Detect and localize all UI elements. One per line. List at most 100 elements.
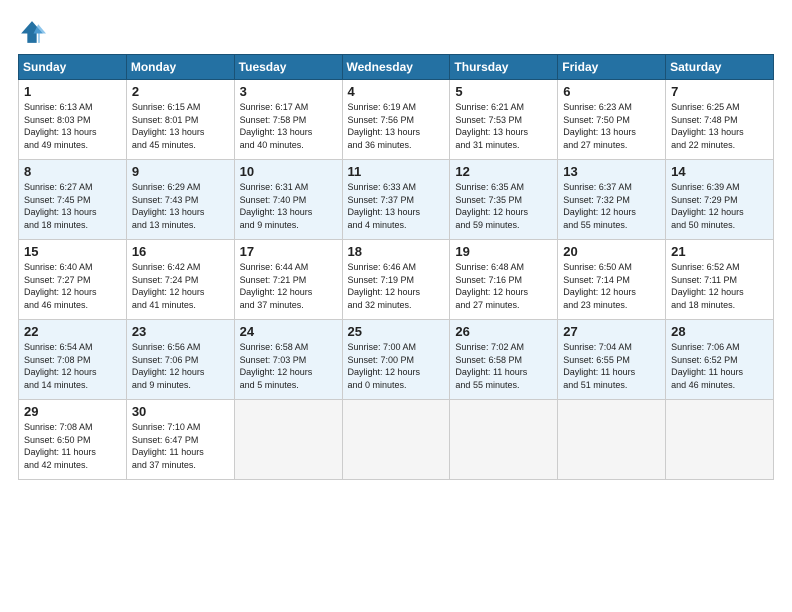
calendar-cell bbox=[234, 400, 342, 480]
calendar-body: 1 Sunrise: 6:13 AM Sunset: 8:03 PM Daylig… bbox=[19, 80, 774, 480]
day-number: 27 bbox=[563, 324, 660, 339]
weekday-header-tuesday: Tuesday bbox=[234, 55, 342, 80]
calendar-cell: 19Sunrise: 6:48 AM Sunset: 7:16 PM Dayli… bbox=[450, 240, 558, 320]
day-info: Sunrise: 6:33 AM Sunset: 7:37 PM Dayligh… bbox=[348, 181, 445, 231]
calendar-cell: 5 Sunrise: 6:21 AM Sunset: 7:53 PM Daylig… bbox=[450, 80, 558, 160]
day-number: 2 bbox=[132, 84, 229, 99]
calendar-cell: 1 Sunrise: 6:13 AM Sunset: 8:03 PM Daylig… bbox=[19, 80, 127, 160]
calendar-cell: 2 Sunrise: 6:15 AM Sunset: 8:01 PM Daylig… bbox=[126, 80, 234, 160]
calendar-cell: 8 Sunrise: 6:27 AM Sunset: 7:45 PM Daylig… bbox=[19, 160, 127, 240]
day-info: Sunrise: 6:37 AM Sunset: 7:32 PM Dayligh… bbox=[563, 181, 660, 231]
day-info: Sunrise: 6:54 AM Sunset: 7:08 PM Dayligh… bbox=[24, 341, 121, 391]
day-number: 30 bbox=[132, 404, 229, 419]
calendar-cell: 10Sunrise: 6:31 AM Sunset: 7:40 PM Dayli… bbox=[234, 160, 342, 240]
calendar-cell bbox=[450, 400, 558, 480]
calendar-cell: 24Sunrise: 6:58 AM Sunset: 7:03 PM Dayli… bbox=[234, 320, 342, 400]
day-number: 10 bbox=[240, 164, 337, 179]
day-info: Sunrise: 6:15 AM Sunset: 8:01 PM Dayligh… bbox=[132, 101, 229, 151]
calendar-cell: 6 Sunrise: 6:23 AM Sunset: 7:50 PM Daylig… bbox=[558, 80, 666, 160]
day-number: 8 bbox=[24, 164, 121, 179]
calendar-table: SundayMondayTuesdayWednesdayThursdayFrid… bbox=[18, 54, 774, 480]
day-info: Sunrise: 7:04 AM Sunset: 6:55 PM Dayligh… bbox=[563, 341, 660, 391]
header bbox=[18, 18, 774, 46]
day-number: 19 bbox=[455, 244, 552, 259]
weekday-header-thursday: Thursday bbox=[450, 55, 558, 80]
day-info: Sunrise: 6:52 AM Sunset: 7:11 PM Dayligh… bbox=[671, 261, 768, 311]
calendar-cell: 18 Sunrise: 6:46 AM Sunset: 7:19 PM Dayli… bbox=[342, 240, 450, 320]
calendar-week-1: 1 Sunrise: 6:13 AM Sunset: 8:03 PM Daylig… bbox=[19, 80, 774, 160]
day-info: Sunrise: 6:42 AM Sunset: 7:24 PM Dayligh… bbox=[132, 261, 229, 311]
calendar-cell: 23 Sunrise: 6:56 AM Sunset: 7:06 PM Dayli… bbox=[126, 320, 234, 400]
day-info: Sunrise: 6:13 AM Sunset: 8:03 PM Dayligh… bbox=[24, 101, 121, 151]
day-number: 17 bbox=[240, 244, 337, 259]
logo-icon bbox=[18, 18, 46, 46]
day-info: Sunrise: 6:40 AM Sunset: 7:27 PM Dayligh… bbox=[24, 261, 121, 311]
day-info: Sunrise: 6:56 AM Sunset: 7:06 PM Dayligh… bbox=[132, 341, 229, 391]
calendar-cell: 7Sunrise: 6:25 AM Sunset: 7:48 PM Daylig… bbox=[666, 80, 774, 160]
calendar-cell: 26Sunrise: 7:02 AM Sunset: 6:58 PM Dayli… bbox=[450, 320, 558, 400]
day-number: 28 bbox=[671, 324, 768, 339]
calendar-cell bbox=[558, 400, 666, 480]
calendar-week-3: 15 Sunrise: 6:40 AM Sunset: 7:27 PM Dayli… bbox=[19, 240, 774, 320]
day-number: 15 bbox=[24, 244, 121, 259]
day-info: Sunrise: 6:35 AM Sunset: 7:35 PM Dayligh… bbox=[455, 181, 552, 231]
day-info: Sunrise: 6:23 AM Sunset: 7:50 PM Dayligh… bbox=[563, 101, 660, 151]
calendar-cell: 21 Sunrise: 6:52 AM Sunset: 7:11 PM Dayli… bbox=[666, 240, 774, 320]
calendar-week-2: 8 Sunrise: 6:27 AM Sunset: 7:45 PM Daylig… bbox=[19, 160, 774, 240]
calendar-cell: 29Sunrise: 7:08 AM Sunset: 6:50 PM Dayli… bbox=[19, 400, 127, 480]
calendar-cell: 9 Sunrise: 6:29 AM Sunset: 7:43 PM Daylig… bbox=[126, 160, 234, 240]
weekday-row: SundayMondayTuesdayWednesdayThursdayFrid… bbox=[19, 55, 774, 80]
day-info: Sunrise: 6:21 AM Sunset: 7:53 PM Dayligh… bbox=[455, 101, 552, 151]
day-number: 11 bbox=[348, 164, 445, 179]
day-number: 9 bbox=[132, 164, 229, 179]
calendar-cell: 11 Sunrise: 6:33 AM Sunset: 7:37 PM Dayli… bbox=[342, 160, 450, 240]
calendar-cell: 28 Sunrise: 7:06 AM Sunset: 6:52 PM Dayli… bbox=[666, 320, 774, 400]
calendar-cell: 20Sunrise: 6:50 AM Sunset: 7:14 PM Dayli… bbox=[558, 240, 666, 320]
day-number: 14 bbox=[671, 164, 768, 179]
day-info: Sunrise: 6:46 AM Sunset: 7:19 PM Dayligh… bbox=[348, 261, 445, 311]
weekday-header-wednesday: Wednesday bbox=[342, 55, 450, 80]
calendar-week-5: 29Sunrise: 7:08 AM Sunset: 6:50 PM Dayli… bbox=[19, 400, 774, 480]
day-number: 6 bbox=[563, 84, 660, 99]
day-info: Sunrise: 7:00 AM Sunset: 7:00 PM Dayligh… bbox=[348, 341, 445, 391]
calendar-cell: 17 Sunrise: 6:44 AM Sunset: 7:21 PM Dayli… bbox=[234, 240, 342, 320]
calendar-header: SundayMondayTuesdayWednesdayThursdayFrid… bbox=[19, 55, 774, 80]
calendar-cell bbox=[342, 400, 450, 480]
day-number: 12 bbox=[455, 164, 552, 179]
calendar-cell: 4Sunrise: 6:19 AM Sunset: 7:56 PM Daylig… bbox=[342, 80, 450, 160]
day-info: Sunrise: 7:06 AM Sunset: 6:52 PM Dayligh… bbox=[671, 341, 768, 391]
calendar-cell: 25 Sunrise: 7:00 AM Sunset: 7:00 PM Dayli… bbox=[342, 320, 450, 400]
day-info: Sunrise: 6:58 AM Sunset: 7:03 PM Dayligh… bbox=[240, 341, 337, 391]
calendar-cell: 27 Sunrise: 7:04 AM Sunset: 6:55 PM Dayli… bbox=[558, 320, 666, 400]
weekday-header-saturday: Saturday bbox=[666, 55, 774, 80]
day-info: Sunrise: 6:29 AM Sunset: 7:43 PM Dayligh… bbox=[132, 181, 229, 231]
day-number: 5 bbox=[455, 84, 552, 99]
day-info: Sunrise: 6:39 AM Sunset: 7:29 PM Dayligh… bbox=[671, 181, 768, 231]
day-number: 1 bbox=[24, 84, 121, 99]
day-info: Sunrise: 6:17 AM Sunset: 7:58 PM Dayligh… bbox=[240, 101, 337, 151]
day-info: Sunrise: 6:25 AM Sunset: 7:48 PM Dayligh… bbox=[671, 101, 768, 151]
day-number: 3 bbox=[240, 84, 337, 99]
weekday-header-sunday: Sunday bbox=[19, 55, 127, 80]
day-number: 25 bbox=[348, 324, 445, 339]
day-info: Sunrise: 6:19 AM Sunset: 7:56 PM Dayligh… bbox=[348, 101, 445, 151]
day-number: 21 bbox=[671, 244, 768, 259]
calendar-cell: 3 Sunrise: 6:17 AM Sunset: 7:58 PM Daylig… bbox=[234, 80, 342, 160]
day-number: 13 bbox=[563, 164, 660, 179]
day-info: Sunrise: 7:10 AM Sunset: 6:47 PM Dayligh… bbox=[132, 421, 229, 471]
calendar-cell bbox=[666, 400, 774, 480]
day-number: 18 bbox=[348, 244, 445, 259]
calendar-cell: 12 Sunrise: 6:35 AM Sunset: 7:35 PM Dayli… bbox=[450, 160, 558, 240]
weekday-header-friday: Friday bbox=[558, 55, 666, 80]
day-info: Sunrise: 6:27 AM Sunset: 7:45 PM Dayligh… bbox=[24, 181, 121, 231]
calendar-cell: 16Sunrise: 6:42 AM Sunset: 7:24 PM Dayli… bbox=[126, 240, 234, 320]
logo bbox=[18, 18, 48, 46]
calendar-week-4: 22Sunrise: 6:54 AM Sunset: 7:08 PM Dayli… bbox=[19, 320, 774, 400]
day-number: 23 bbox=[132, 324, 229, 339]
day-number: 20 bbox=[563, 244, 660, 259]
day-number: 26 bbox=[455, 324, 552, 339]
day-info: Sunrise: 6:44 AM Sunset: 7:21 PM Dayligh… bbox=[240, 261, 337, 311]
calendar-cell: 22Sunrise: 6:54 AM Sunset: 7:08 PM Dayli… bbox=[19, 320, 127, 400]
calendar-cell: 14 Sunrise: 6:39 AM Sunset: 7:29 PM Dayli… bbox=[666, 160, 774, 240]
calendar-cell: 30 Sunrise: 7:10 AM Sunset: 6:47 PM Dayli… bbox=[126, 400, 234, 480]
